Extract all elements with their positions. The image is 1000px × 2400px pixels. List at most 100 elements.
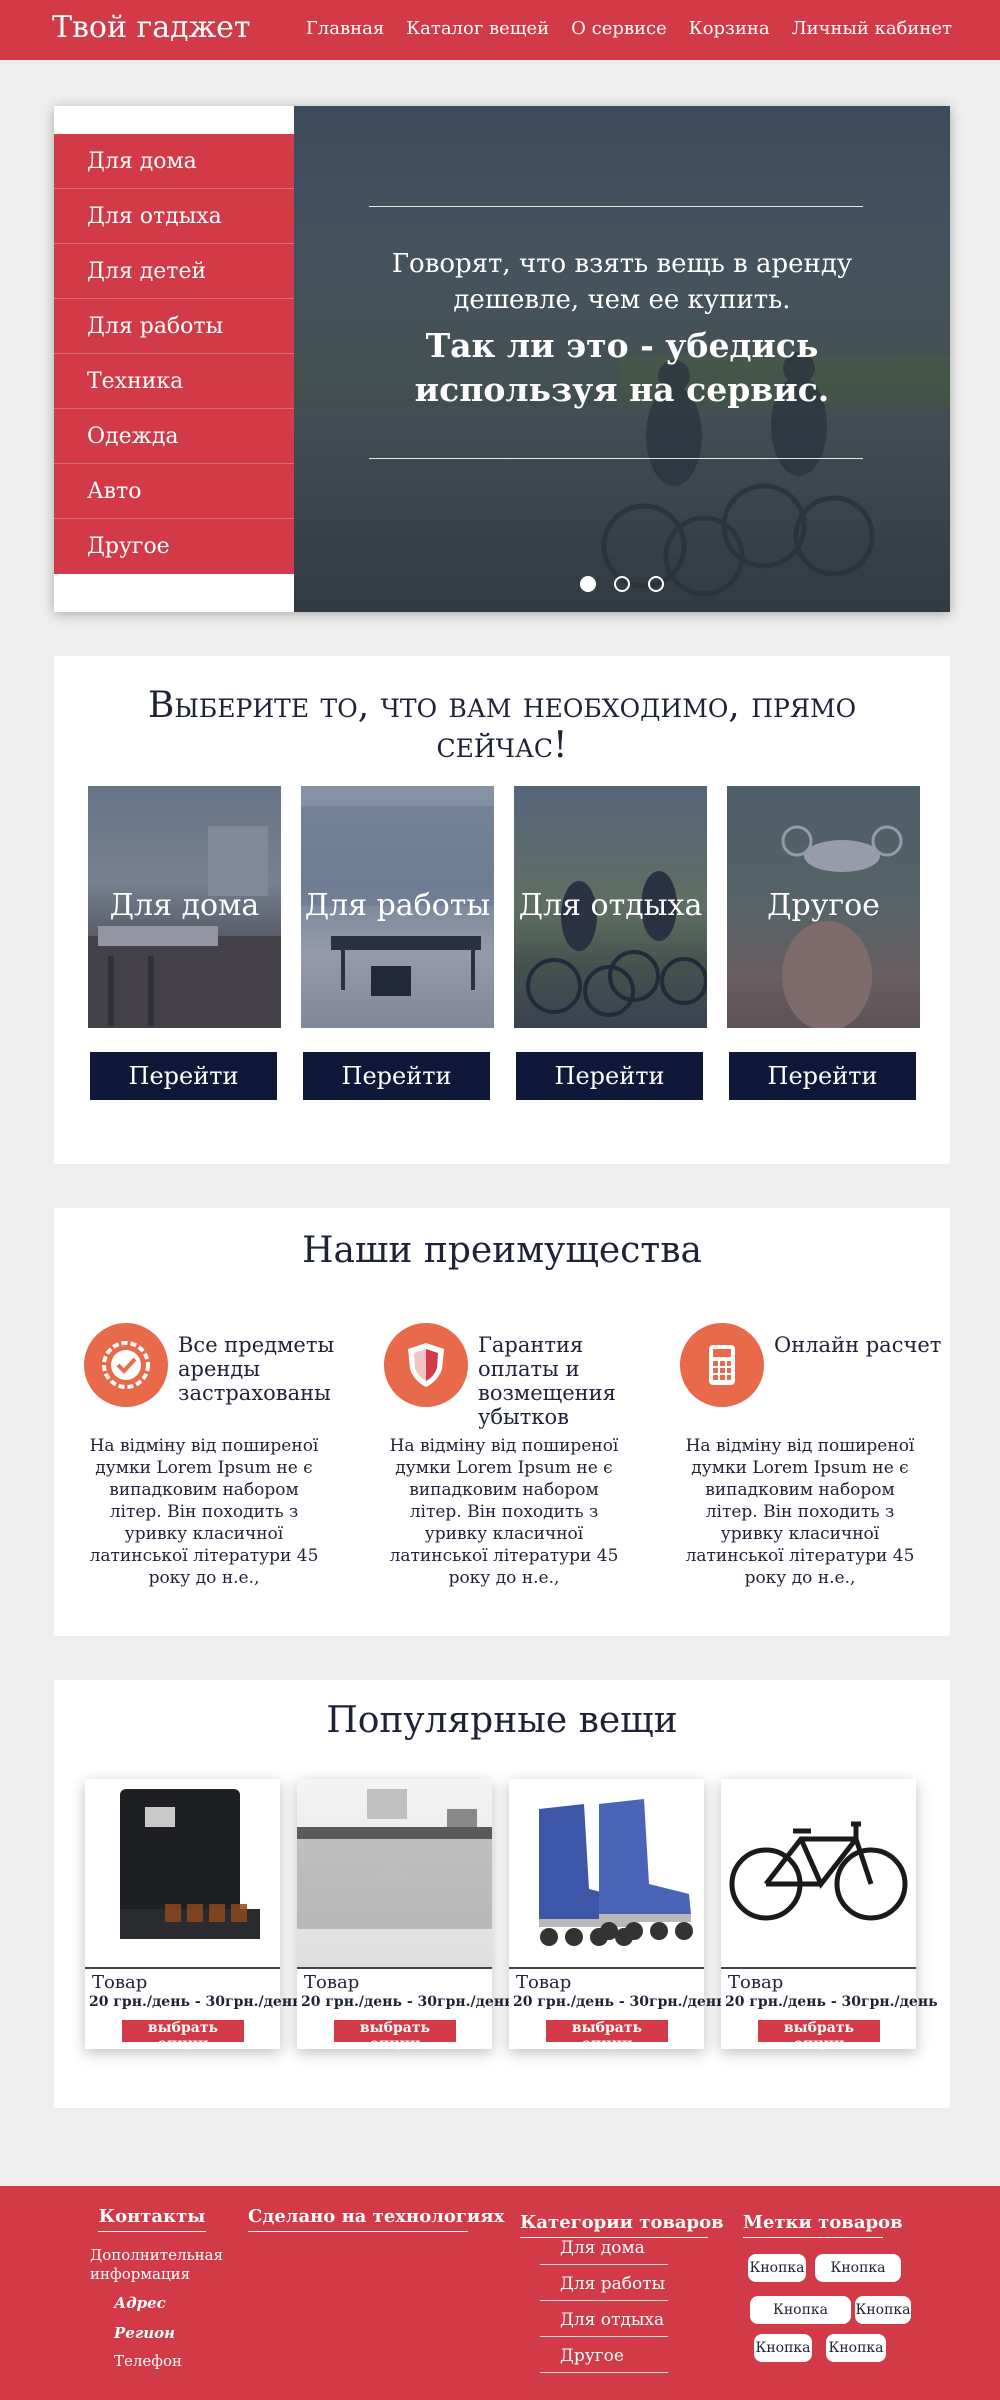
product-price: 20 грн./день - 30грн./день xyxy=(89,1994,302,2010)
side-menu-item-clothes[interactable]: Одежда xyxy=(54,409,294,464)
categories-title: Выберите то, что вам необходимо, прямо с… xyxy=(147,685,857,766)
advantage-text: На відміну від поширеної думки Lorem Ips… xyxy=(89,1436,319,1588)
popular-grid: Товар 20 грн./день - 30грн./день выбрать… xyxy=(85,1779,938,2052)
side-menu-item-tech[interactable]: Техника xyxy=(54,354,294,409)
side-menu-item-kids[interactable]: Для детей xyxy=(54,244,294,299)
category-label-other: Другое xyxy=(767,888,880,923)
category-card-leisure: Для отдыха Перейти xyxy=(514,786,707,1100)
footer-category-leisure[interactable]: Для отдыха xyxy=(540,2308,668,2337)
footer-category-other[interactable]: Другое xyxy=(540,2344,668,2373)
side-menu-item-home[interactable]: Для дома xyxy=(54,134,294,189)
hero-slider[interactable]: Говорят, что взять вещь в аренду дешевле… xyxy=(294,106,950,612)
popular-section: Популярные вещи Товар 20 грн./день - 30г… xyxy=(54,1680,950,2108)
category-image-work[interactable]: Для работы xyxy=(301,786,494,1028)
header: Твой гаджет Главная Каталог вещей О серв… xyxy=(0,0,1000,60)
product-image-rollerblades[interactable] xyxy=(509,1779,704,1969)
product-price: 20 грн./день - 30грн./день xyxy=(725,1994,938,2010)
footer-category-home[interactable]: Для дома xyxy=(540,2236,668,2265)
bicycle-icon xyxy=(729,1821,908,1921)
category-image-leisure[interactable]: Для отдыха xyxy=(514,786,707,1028)
product-card[interactable]: Товар 20 грн./день - 30грн./день выбрать… xyxy=(509,1779,726,2052)
nav-catalog[interactable]: Каталог вещей xyxy=(406,18,549,39)
calculator-icon xyxy=(680,1323,764,1407)
category-go-button-other[interactable]: Перейти xyxy=(729,1052,916,1100)
rollerblades-icon xyxy=(539,1799,693,1946)
select-options-button[interactable]: выбрать опции xyxy=(546,2020,668,2052)
product-card[interactable]: Товар 20 грн./день - 30грн./день выбрать… xyxy=(721,1779,938,2052)
product-name: Товар xyxy=(516,1972,572,1993)
category-go-button-home[interactable]: Перейти xyxy=(90,1052,277,1100)
product-name: Товар xyxy=(92,1972,148,1993)
tag-button[interactable]: Кнопка xyxy=(826,2334,886,2362)
slide-divider-bottom xyxy=(369,458,863,459)
footer: Контакты Дополнительная информация Адрес… xyxy=(0,2186,1000,2400)
slider-dot-1[interactable] xyxy=(580,576,596,592)
product-image-bicycle[interactable] xyxy=(721,1779,916,1969)
footer-contacts-heading: Контакты xyxy=(98,2206,206,2232)
hero-section: Для дома Для отдыха Для детей Для работы… xyxy=(54,106,950,612)
popular-title: Популярные вещи xyxy=(326,1700,678,1741)
advantage-text: На відміну від поширеної думки Lorem Ips… xyxy=(389,1436,619,1588)
category-image-other[interactable]: Другое xyxy=(727,786,920,1028)
side-menu-item-other[interactable]: Другое xyxy=(54,519,294,574)
product-image-coffee-machine[interactable] xyxy=(85,1779,280,1969)
side-menu-item-work[interactable]: Для работы xyxy=(54,299,294,354)
category-card-work: Для работы Перейти xyxy=(301,786,494,1100)
categories-grid: Для дома Перейти Для работы Перейти Для … xyxy=(88,786,920,1100)
slide-headline: Так ли это - убедись используя на сервис… xyxy=(414,326,830,409)
tag-button[interactable]: Кнопка xyxy=(754,2334,812,2362)
side-menu-item-auto[interactable]: Авто xyxy=(54,464,294,519)
category-card-home: Для дома Перейти xyxy=(88,786,281,1100)
category-card-other: Другое Перейти xyxy=(727,786,920,1100)
footer-region: Регион xyxy=(114,2324,176,2342)
tag-button[interactable]: Кнопка xyxy=(855,2296,911,2324)
advantages-section: Наши преимущества Все предметы аренды за… xyxy=(54,1208,950,1636)
category-side-menu: Для дома Для отдыха Для детей Для работы… xyxy=(54,134,294,574)
site-logo[interactable]: Твой гаджет xyxy=(52,10,251,45)
side-menu-item-leisure[interactable]: Для отдыха xyxy=(54,189,294,244)
footer-categories-heading: Категории товаров xyxy=(520,2212,724,2238)
badge-check-icon xyxy=(84,1323,168,1407)
footer-address: Адрес xyxy=(114,2294,166,2312)
office-desk-icon xyxy=(297,1789,492,1929)
product-card[interactable]: Товар 20 грн./день - 30грн./день выбрать… xyxy=(85,1779,302,2052)
product-price: 20 грн./день - 30грн./день xyxy=(513,1994,726,2010)
tag-button[interactable]: Кнопка xyxy=(748,2254,806,2282)
select-options-button[interactable]: выбрать опции xyxy=(122,2020,244,2052)
footer-category-work[interactable]: Для работы xyxy=(540,2272,668,2301)
nav-about[interactable]: О сервисе xyxy=(571,18,667,39)
slider-dot-3[interactable] xyxy=(648,576,664,592)
product-price: 20 грн./день - 30грн./день xyxy=(301,1994,514,2010)
advantage-heading: Гарантия оплаты и возмещения убытков xyxy=(478,1333,616,1429)
top-nav: Главная Каталог вещей О сервисе Корзина … xyxy=(306,18,952,39)
tag-button[interactable]: Кнопка xyxy=(815,2254,901,2282)
advantage-heading: Все предметы аренды застрахованы xyxy=(178,1333,335,1405)
category-label-leisure: Для отдыха xyxy=(518,888,703,923)
footer-contacts-info: Дополнительная информация xyxy=(90,2246,224,2283)
advantages-title: Наши преимущества xyxy=(302,1230,702,1271)
footer-tech-heading: Сделано на технологиях xyxy=(248,2206,504,2232)
select-options-button[interactable]: выбрать опции xyxy=(758,2020,880,2052)
product-image-office-desk[interactable] xyxy=(297,1779,492,1969)
nav-account[interactable]: Личный кабинет xyxy=(792,18,952,39)
slide-subtitle: Говорят, что взять вещь в аренду дешевле… xyxy=(391,249,853,315)
footer-phone: Телефон xyxy=(114,2352,183,2370)
categories-section: Выберите то, что вам необходимо, прямо с… xyxy=(54,656,950,1164)
category-go-button-work[interactable]: Перейти xyxy=(303,1052,490,1100)
nav-cart[interactable]: Корзина xyxy=(689,18,770,39)
product-card[interactable]: Товар 20 грн./день - 30грн./день выбрать… xyxy=(297,1779,514,2052)
coffee-machine-icon xyxy=(120,1789,260,1939)
advantage-text: На відміну від поширеної думки Lorem Ips… xyxy=(685,1436,915,1588)
category-image-home[interactable]: Для дома xyxy=(88,786,281,1028)
tag-button[interactable]: Кнопка xyxy=(750,2296,851,2324)
category-label-work: Для работы xyxy=(304,888,491,923)
category-label-home: Для дома xyxy=(109,888,260,923)
footer-tags-heading: Метки товаров xyxy=(743,2212,903,2238)
category-go-button-leisure[interactable]: Перейти xyxy=(516,1052,703,1100)
slider-dot-2[interactable] xyxy=(614,576,630,592)
product-name: Товар xyxy=(304,1972,360,1993)
select-options-button[interactable]: выбрать опции xyxy=(334,2020,456,2052)
product-name: Товар xyxy=(728,1972,784,1993)
shield-icon xyxy=(384,1323,468,1407)
nav-home[interactable]: Главная xyxy=(306,18,384,39)
